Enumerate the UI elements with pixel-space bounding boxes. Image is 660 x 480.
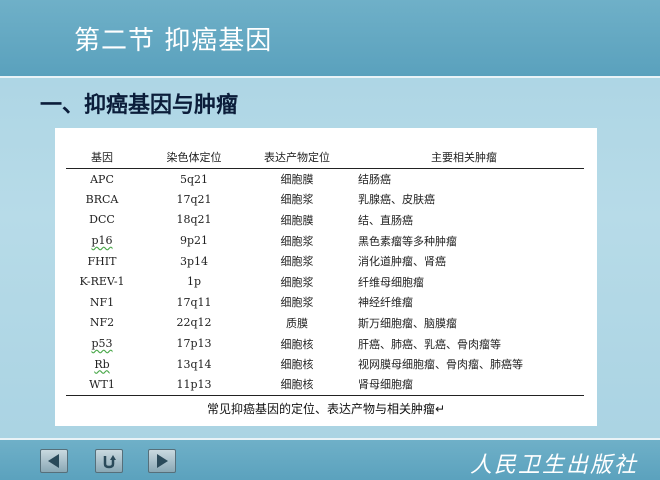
cell-chromosome: 9p21 <box>179 234 209 248</box>
return-button[interactable] <box>95 449 123 473</box>
cell-tumors: 肝癌、肺癌、乳癌、骨肉瘤等 <box>358 337 501 351</box>
header-product-location: 表达产物定位 <box>250 148 344 169</box>
table-row: BRCA 17q21 细胞浆 乳腺癌、皮肤癌 <box>66 189 584 210</box>
cell-gene: DCC <box>89 213 115 227</box>
cell-tumors: 消化道肿瘤、肾癌 <box>358 255 446 269</box>
title-band: 第二节 抑癌基因 <box>0 0 660 78</box>
cell-chromosome: 11p13 <box>138 374 250 396</box>
publisher-logo: 人民卫生出版社 <box>469 453 638 478</box>
cell-product-location: 细胞浆 <box>280 193 314 207</box>
cell-chromosome: 3p14 <box>179 254 209 268</box>
previous-icon <box>48 454 59 468</box>
table-row: FHIT 3p14 细胞浆 消化道肿瘤、肾癌 <box>66 251 584 272</box>
table-row: NF2 22q12 质膜 斯万细胞瘤、脑膜瘤 <box>66 313 584 334</box>
cell-gene: p16 <box>91 234 113 248</box>
cell-gene: APC <box>90 172 114 186</box>
cell-product-location: 细胞核 <box>250 374 344 396</box>
cell-tumors: 神经纤维瘤 <box>358 296 413 310</box>
table-body: APC 5q21 细胞膜 结肠癌 BRCA 17q21 细胞浆 乳腺癌、皮肤癌 DCC 18q21… <box>66 169 584 396</box>
cell-product-location: 细胞核 <box>280 337 314 351</box>
slide-title: 第二节 抑癌基因 <box>74 26 273 56</box>
table-caption: 常见抑癌基因的定位、表达产物与相关肿瘤↵ <box>206 402 446 416</box>
cell-chromosome: 17p13 <box>176 337 212 351</box>
table-row: NF1 17q11 细胞浆 神经纤维瘤 <box>66 292 584 313</box>
cell-gene: NF1 <box>89 295 115 309</box>
next-icon <box>157 454 168 468</box>
cell-product-location: 细胞浆 <box>280 296 314 310</box>
table-row: p53 17p13 细胞核 肝癌、肺癌、乳癌、骨肉瘤等 <box>66 333 584 354</box>
cell-product-location: 细胞核 <box>280 358 314 372</box>
previous-button[interactable] <box>40 449 68 473</box>
table-row: WT1 11p13 细胞核 肾母细胞瘤 <box>66 374 584 396</box>
cell-tumors: 视网膜母细胞瘤、骨肉瘤、肺癌等 <box>358 358 523 372</box>
cell-gene: WT1 <box>66 374 138 396</box>
table-header-row: 基因 染色体定位 表达产物定位 主要相关肿瘤 <box>66 148 584 169</box>
table-row: p16 9p21 细胞浆 黑色素瘤等多种肿瘤 <box>66 230 584 251</box>
slide-subtitle: 一、抑癌基因与肿瘤 <box>40 93 239 118</box>
cell-chromosome: 17q21 <box>176 192 212 206</box>
table-row: Rb 13q14 细胞核 视网膜母细胞瘤、骨肉瘤、肺癌等 <box>66 354 584 375</box>
cell-tumors: 斯万细胞瘤、脑膜瘤 <box>358 316 457 330</box>
gene-table: 基因 染色体定位 表达产物定位 主要相关肿瘤 APC 5q21 细胞膜 结肠癌 BRCA… <box>66 148 584 396</box>
return-icon <box>103 455 116 469</box>
table-row: DCC 18q21 细胞膜 结、直肠癌 <box>66 210 584 231</box>
cell-gene: Rb <box>94 357 110 371</box>
cell-tumors: 乳腺癌、皮肤癌 <box>358 193 435 207</box>
cell-tumors: 肾母细胞瘤 <box>344 374 584 396</box>
cell-chromosome: 22q12 <box>176 316 212 330</box>
next-button[interactable] <box>148 449 176 473</box>
cell-gene: K-REV-1 <box>79 275 125 289</box>
header-chromosome: 染色体定位 <box>138 148 250 169</box>
cell-chromosome: 1p <box>186 275 202 289</box>
cell-tumors: 纤维母细胞瘤 <box>358 275 424 289</box>
cell-product-location: 细胞膜 <box>280 213 314 227</box>
cell-product-location: 细胞浆 <box>280 275 314 289</box>
cell-gene: NF2 <box>89 316 115 330</box>
gene-table-panel: 基因 染色体定位 表达产物定位 主要相关肿瘤 APC 5q21 细胞膜 结肠癌 BRCA… <box>55 128 597 426</box>
cell-chromosome: 17q11 <box>176 295 212 309</box>
cell-chromosome: 5q21 <box>179 172 209 186</box>
cell-tumors: 结肠癌 <box>358 173 391 187</box>
cell-product-location: 质膜 <box>286 316 308 330</box>
cell-chromosome: 18q21 <box>176 213 212 227</box>
header-gene: 基因 <box>66 148 138 169</box>
cell-gene: BRCA <box>85 192 119 206</box>
cell-gene: FHIT <box>87 254 117 268</box>
table-row: K-REV-1 1p 细胞浆 纤维母细胞瘤 <box>66 271 584 292</box>
cell-gene: p53 <box>91 337 113 351</box>
cell-product-location: 细胞浆 <box>280 255 314 269</box>
cell-product-location: 细胞浆 <box>280 234 314 248</box>
cell-chromosome: 13q14 <box>176 357 212 371</box>
cell-tumors: 结、直肠癌 <box>358 213 413 227</box>
table-row: APC 5q21 细胞膜 结肠癌 <box>66 169 584 190</box>
bottom-bar: 人民卫生出版社 <box>0 438 660 480</box>
header-tumors: 主要相关肿瘤 <box>344 148 584 169</box>
cell-product-location: 细胞膜 <box>280 173 314 187</box>
cell-tumors: 黑色素瘤等多种肿瘤 <box>358 234 457 248</box>
